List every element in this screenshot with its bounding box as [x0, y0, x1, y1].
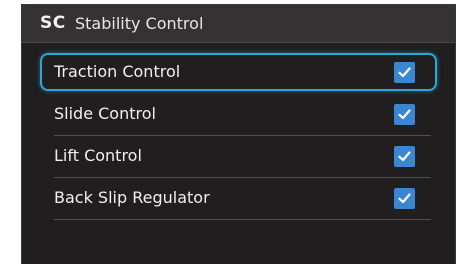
menu-title: Stability Control — [75, 14, 204, 33]
traction-control-checkbox[interactable] — [394, 62, 415, 83]
setting-row-back-slip-regulator[interactable]: Back Slip Regulator — [40, 179, 437, 220]
setting-label: Traction Control — [54, 62, 181, 81]
row-divider — [54, 219, 431, 220]
stability-control-screen: SC Stability Control Traction Control Sl… — [21, 4, 456, 264]
checkmark-icon — [398, 67, 411, 78]
checkmark-icon — [398, 109, 411, 120]
row-divider — [54, 135, 431, 136]
checkmark-icon — [398, 151, 411, 162]
slide-control-checkbox[interactable] — [394, 104, 415, 125]
setting-label: Back Slip Regulator — [54, 188, 210, 207]
menu-abbreviation: SC — [40, 13, 66, 33]
row-divider — [54, 177, 431, 178]
setting-row-slide-control[interactable]: Slide Control — [40, 95, 437, 136]
checkmark-icon — [398, 193, 411, 204]
setting-row-lift-control[interactable]: Lift Control — [40, 137, 437, 178]
lift-control-checkbox[interactable] — [394, 146, 415, 167]
setting-label: Slide Control — [54, 104, 156, 123]
back-slip-regulator-checkbox[interactable] — [394, 188, 415, 209]
setting-label: Lift Control — [54, 146, 142, 165]
header-bar: SC Stability Control — [22, 5, 455, 43]
setting-row-traction-control[interactable]: Traction Control — [40, 53, 437, 91]
